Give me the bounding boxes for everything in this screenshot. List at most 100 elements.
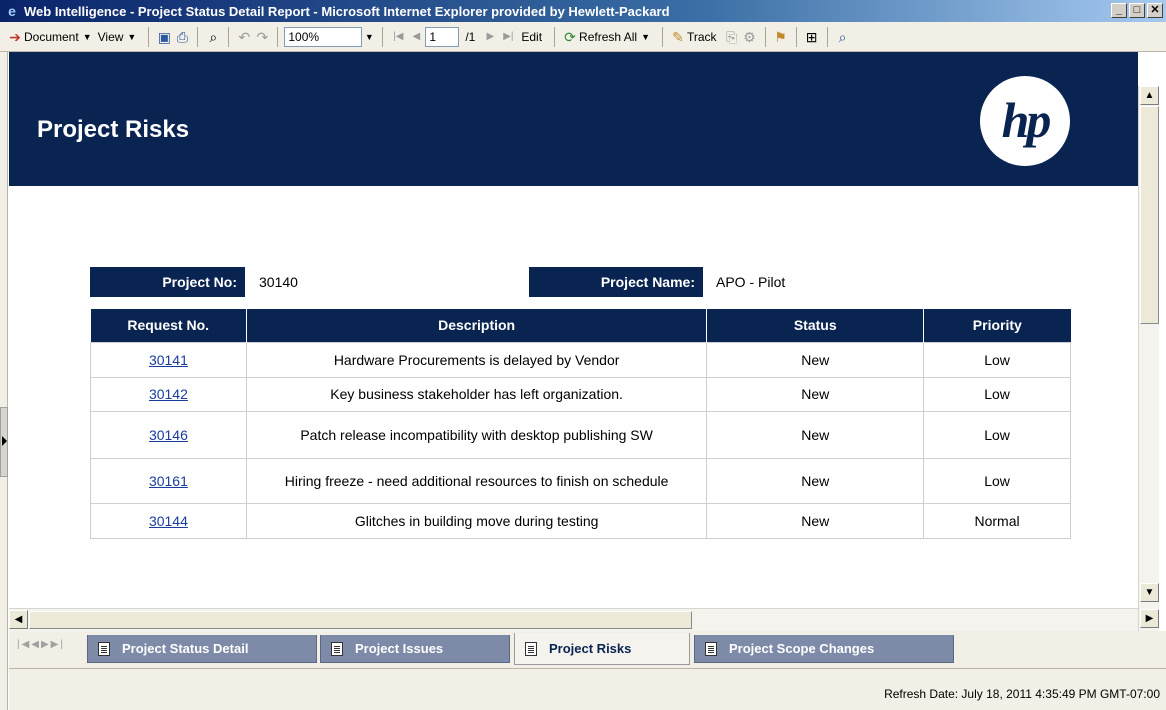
request-link[interactable]: 30142 xyxy=(149,386,188,402)
risks-table: Request No. Description Status Priority … xyxy=(90,309,1071,539)
chevron-down-icon: ▼ xyxy=(127,31,137,42)
vertical-scrollbar[interactable]: ▲ ▼ ▶ xyxy=(1138,86,1159,631)
project-name-label: Project Name: xyxy=(529,267,703,297)
hp-logo: hp xyxy=(980,76,1070,166)
window-title-bar[interactable]: e Web Intelligence - Project Status Deta… xyxy=(0,0,1166,22)
vertical-scroll-thumb[interactable] xyxy=(1140,106,1159,324)
tab-project-issues[interactable]: Project Issues xyxy=(320,635,510,663)
show-changes-icon[interactable]: ⎘ xyxy=(723,28,741,46)
refresh-all-button[interactable]: ⟳ Refresh All ▼ xyxy=(561,28,650,46)
minimize-button[interactable]: _ xyxy=(1111,3,1127,18)
undo-icon[interactable]: ↶ xyxy=(235,28,253,46)
column-header-priority: Priority xyxy=(923,309,1071,342)
next-page-icon[interactable]: ▶ xyxy=(481,28,499,46)
request-link[interactable]: 30144 xyxy=(149,513,188,529)
horizontal-scrollbar[interactable]: ◀ xyxy=(9,608,1138,631)
scroll-left-button[interactable]: ◀ xyxy=(9,610,28,629)
tab-project-scope-changes[interactable]: Project Scope Changes xyxy=(694,635,954,663)
scroll-right-button[interactable]: ▶ xyxy=(1140,609,1159,628)
toolbar-divider xyxy=(662,26,663,47)
request-link[interactable]: 30161 xyxy=(149,473,188,489)
track-button[interactable]: ✎ Track xyxy=(669,28,717,46)
request-link[interactable]: 30146 xyxy=(149,427,188,443)
track-label: Track xyxy=(687,29,717,44)
report-document-icon xyxy=(98,641,110,656)
document-arrow-icon: ➔ xyxy=(9,28,21,45)
report-document-icon xyxy=(705,641,717,656)
tab-label: Project Risks xyxy=(549,641,632,656)
page-total: /1 xyxy=(465,29,476,44)
maximize-button[interactable]: □ xyxy=(1129,3,1145,18)
tab-navigation-icons[interactable]: |◀◀▶▶| xyxy=(17,639,65,650)
document-menu[interactable]: ➔ Document ▼ xyxy=(6,28,92,46)
status-cell: New xyxy=(706,457,925,504)
track-icon: ✎ xyxy=(672,28,684,45)
scroll-down-button[interactable]: ▼ xyxy=(1140,583,1159,602)
page-number-input[interactable]: 1 xyxy=(425,26,460,47)
table-row: 30144 Glitches in building move during t… xyxy=(90,502,1071,539)
zoom-search-icon[interactable]: ⌕ xyxy=(834,28,852,46)
toolbar-divider xyxy=(228,26,230,47)
toolbar-divider xyxy=(826,26,828,47)
request-cell: 30141 xyxy=(90,341,247,378)
left-panel-edge xyxy=(0,52,8,710)
scroll-up-button[interactable]: ▲ xyxy=(1140,86,1159,105)
description-cell: Hardware Procurements is delayed by Vend… xyxy=(245,341,708,378)
tab-project-risks[interactable]: Project Risks xyxy=(514,633,690,665)
drill-icon[interactable]: ⚑ xyxy=(772,28,790,46)
last-page-icon[interactable]: ▶| xyxy=(499,28,517,46)
find-icon[interactable]: ⌕ xyxy=(204,28,222,46)
report-title: Project Risks xyxy=(37,116,190,143)
refresh-all-label: Refresh All xyxy=(579,29,638,44)
close-button[interactable]: ✕ xyxy=(1147,3,1163,18)
request-cell: 30161 xyxy=(90,457,247,504)
zoom-input[interactable]: 100% xyxy=(284,26,363,47)
save-icon[interactable]: ▣ xyxy=(155,28,173,46)
project-no-value: 30140 xyxy=(259,274,298,290)
request-link[interactable]: 30141 xyxy=(149,352,188,368)
report-document-icon xyxy=(331,641,343,656)
report-toolbar: ➔ Document ▼ View ▼ ▣ ⎙ ⌕ ↶ ↷ 100% ▼ |◀ … xyxy=(0,22,1166,52)
project-name-value: APO - Pilot xyxy=(716,274,786,290)
report-document-icon xyxy=(525,641,537,656)
redo-icon[interactable]: ↷ xyxy=(253,28,271,46)
window-controls: _ □ ✕ xyxy=(1111,3,1163,18)
chevron-down-icon: ▼ xyxy=(641,31,650,42)
expand-arrow-icon xyxy=(2,436,7,446)
report-tabs: |◀◀▶▶| Project Status Detail Project Iss… xyxy=(9,631,1166,668)
first-page-icon[interactable]: |◀ xyxy=(389,28,407,46)
table-row: 30141 Hardware Procurements is delayed b… xyxy=(90,341,1071,378)
description-cell: Key business stakeholder has left organi… xyxy=(245,376,708,412)
status-cell: New xyxy=(706,502,925,539)
view-menu[interactable]: View ▼ xyxy=(98,30,137,44)
request-cell: 30146 xyxy=(90,410,247,459)
previous-page-icon[interactable]: ◀ xyxy=(407,28,425,46)
left-panel-toggle[interactable] xyxy=(0,407,8,477)
edit-label: Edit xyxy=(521,29,543,44)
priority-cell: Low xyxy=(923,410,1071,459)
status-cell: New xyxy=(706,410,925,459)
toolbar-divider xyxy=(554,26,556,47)
priority-cell: Low xyxy=(923,341,1071,378)
zoom-dropdown-icon[interactable]: ▼ xyxy=(362,27,376,47)
status-cell: New xyxy=(706,376,925,412)
toolbar-divider xyxy=(764,26,766,47)
track-options-icon[interactable]: ⚙ xyxy=(741,28,759,46)
status-bar: Refresh Date: July 18, 2011 4:35:49 PM G… xyxy=(9,668,1166,710)
table-header-row: Request No. Description Status Priority xyxy=(90,309,1071,342)
description-cell: Glitches in building move during testing xyxy=(245,502,708,539)
toolbar-divider xyxy=(197,26,199,47)
edit-button[interactable]: Edit xyxy=(521,30,542,44)
print-icon[interactable]: ⎙ xyxy=(173,28,191,46)
toolbar-divider xyxy=(382,26,384,47)
tab-label: Project Issues xyxy=(355,641,444,656)
table-row: 30146 Patch release incompatibility with… xyxy=(90,410,1071,459)
priority-cell: Normal xyxy=(923,502,1071,539)
internet-explorer-icon: e xyxy=(8,3,16,19)
outline-icon[interactable]: ⊞ xyxy=(803,28,821,46)
priority-cell: Low xyxy=(923,376,1071,412)
horizontal-scroll-thumb[interactable] xyxy=(29,611,692,629)
tab-project-status-detail[interactable]: Project Status Detail xyxy=(87,635,317,663)
refresh-icon: ⟳ xyxy=(564,28,576,45)
chevron-down-icon: ▼ xyxy=(82,31,92,42)
